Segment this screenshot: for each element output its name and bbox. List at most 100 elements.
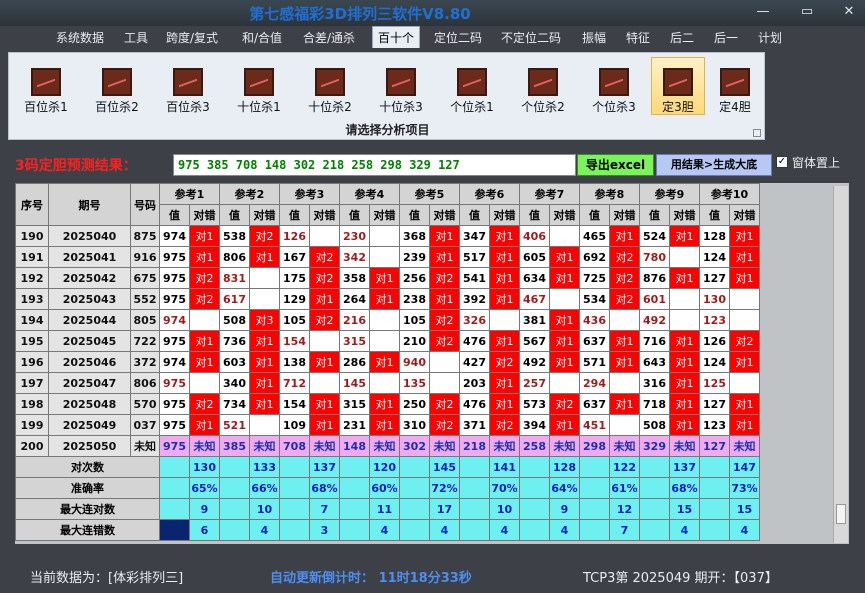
ref-value: 975 [159, 414, 190, 436]
ribbon-item-label: 十位杀1 [237, 100, 281, 114]
table-row[interactable]: 194 2025044 805 974 508 对3 105 对2 216 105 对2 326 381… [15, 309, 760, 331]
ribbon-item[interactable]: 十位杀1 [228, 57, 290, 115]
ref-value: 975 [159, 267, 190, 289]
table-row[interactable]: 193 2025043 552 975 对2 617 129 对1 264 对1 238 对1 392 对… [15, 288, 760, 310]
ref-value: 736 [219, 330, 250, 352]
generate-button[interactable]: 用结果>生成大底 [656, 154, 772, 176]
ref-value: 392 [459, 288, 490, 310]
chart-icon [457, 68, 487, 96]
ref-result [609, 414, 640, 436]
menu-item[interactable]: 合差/通杀 [303, 29, 355, 46]
prediction-field[interactable]: 975 385 708 148 302 218 258 298 329 127 [173, 154, 576, 176]
menu-item[interactable]: 不定位二码 [501, 29, 561, 46]
menu-item[interactable]: 系统数据 [56, 29, 104, 46]
ref-result: 对1 [249, 351, 280, 373]
ref-result [369, 330, 400, 352]
table-row[interactable]: 199 2025049 037 975 对1 521 109 对1 231 对1 310 对2 371 对… [15, 414, 760, 436]
subheader-result: 对错 [549, 204, 580, 226]
table-row[interactable]: 200 2025050 未知 975 未知 385 未知 708 未知 148 未知 302 未知 218… [15, 435, 760, 457]
menu-item[interactable]: 跨度/复式 [166, 29, 218, 46]
ref-value: 876 [639, 267, 670, 289]
ribbon-item[interactable]: 百位杀1 [15, 57, 77, 115]
table-row[interactable]: 197 2025047 806 975 340 对1 712 145 135 203 对1 257 29… [15, 372, 760, 394]
ref-result: 对3 [249, 309, 280, 331]
stats-spacer [519, 456, 550, 478]
ref-value: 617 [219, 288, 250, 310]
dialog-launcher-icon[interactable] [753, 129, 761, 137]
ref-result [249, 414, 280, 436]
table-row[interactable]: 195 2025045 722 975 对1 736 对1 154 315 210 对2 476 对1 5… [15, 330, 760, 352]
ribbon-item[interactable]: 百位杀2 [86, 57, 148, 115]
ref-result: 对1 [489, 225, 520, 247]
chart-icon [720, 68, 750, 96]
table-row[interactable]: 196 2025046 372 974 对1 603 对1 138 对1 286 对1 940 427 对… [15, 351, 760, 373]
stats-spacer [219, 519, 250, 541]
scrollbar-thumb[interactable] [836, 504, 846, 524]
menu-item[interactable]: 振幅 [582, 29, 606, 46]
menu-item[interactable]: 后二 [670, 29, 694, 46]
subheader-result: 对错 [729, 204, 760, 226]
ref-result [669, 246, 700, 268]
subheader-result: 对错 [309, 204, 340, 226]
stats-spacer [219, 456, 250, 478]
ribbon-item[interactable]: 百位杀3 [157, 57, 219, 115]
subheader-value: 值 [459, 204, 490, 226]
menu-item-active[interactable]: 百十个 [372, 26, 421, 48]
ribbon-item[interactable]: 定3胆 [651, 57, 705, 115]
ribbon-item[interactable]: 个位杀2 [512, 57, 574, 115]
ribbon-item[interactable]: 定4胆 [715, 57, 755, 115]
ref-value: 406 [519, 225, 550, 247]
stats-value: 4 [549, 519, 580, 541]
menu-item[interactable]: 特征 [626, 29, 650, 46]
stats-row: 最大连对数 9 10 7 11 17 10 9 12 15 15 [15, 498, 760, 520]
close-button[interactable]: ✕ [836, 3, 862, 21]
row-code: 916 [130, 246, 160, 268]
stats-value: 15 [729, 498, 760, 520]
stats-value: 9 [549, 498, 580, 520]
ref-result: 对2 [309, 267, 340, 289]
subheader-result: 对错 [669, 204, 700, 226]
row-seq: 192 [15, 267, 49, 289]
stats-value: 4 [729, 519, 760, 541]
ref-value: 692 [579, 246, 610, 268]
minimize-button[interactable]: — [750, 3, 776, 21]
table-row[interactable]: 198 2025048 570 975 对2 734 对1 154 对1 315 对1 250 对2 47… [15, 393, 760, 415]
ref-result [429, 372, 460, 394]
table-row[interactable]: 192 2025042 675 975 对2 831 175 对2 358 对1 256 对2 541 对… [15, 267, 760, 289]
stats-value: 137 [669, 456, 700, 478]
row-period: 2025045 [48, 330, 131, 352]
stats-spacer [219, 498, 250, 520]
ref-value: 126 [279, 225, 310, 247]
menu-item[interactable]: 后一 [714, 29, 738, 46]
vertical-scrollbar[interactable] [833, 186, 848, 543]
row-code: 875 [130, 225, 160, 247]
menu-item[interactable]: 和/合值 [242, 29, 282, 46]
menu-item[interactable]: 定位二码 [434, 29, 482, 46]
export-excel-button[interactable]: 导出excel [577, 154, 654, 176]
current-data-label: 当前数据为：[体彩排列三] [30, 571, 184, 586]
ribbon-item[interactable]: 十位杀3 [370, 57, 432, 115]
ribbon-item[interactable]: 个位杀3 [583, 57, 645, 115]
ribbon-item-label: 百位杀2 [95, 100, 139, 114]
stay-on-top-checkbox[interactable]: ✓ [776, 156, 788, 168]
ref-result: 对1 [369, 414, 400, 436]
ribbon-item[interactable]: 个位杀1 [441, 57, 503, 115]
table-row[interactable]: 190 2025040 875 974 对1 538 对2 126 230 368 对1 347 对1 4… [15, 225, 760, 247]
menu-item[interactable]: 工具 [124, 29, 148, 46]
ref-value: 167 [279, 246, 310, 268]
ref-result [729, 288, 760, 310]
col-header-ref: 参考5 [399, 183, 460, 205]
table-row[interactable]: 191 2025041 916 975 对1 806 对1 167 对2 342 239 对1 517 对… [15, 246, 760, 268]
menu-item[interactable]: 计划 [758, 29, 782, 46]
maximize-button[interactable]: ▭ [794, 3, 820, 21]
ref-result: 对2 [729, 330, 760, 352]
stats-spacer [699, 498, 730, 520]
row-period: 2025048 [48, 393, 131, 415]
ribbon-caption: 请选择分析项目 [345, 123, 430, 137]
ref-value: 127 [699, 435, 730, 457]
ref-result: 对1 [729, 351, 760, 373]
subheader-result: 对错 [429, 204, 460, 226]
ribbon-item-label: 十位杀2 [308, 100, 352, 114]
col-header-ref: 参考9 [639, 183, 700, 205]
ribbon-item[interactable]: 十位杀2 [299, 57, 361, 115]
